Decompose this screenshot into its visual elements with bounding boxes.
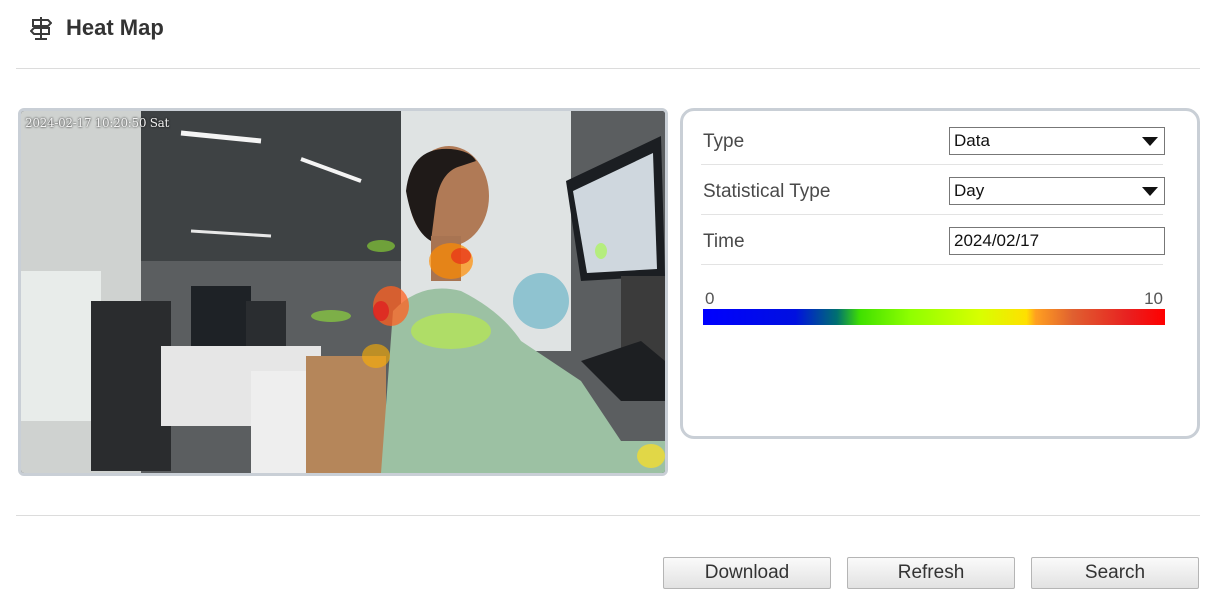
page-title: Heat Map (66, 15, 164, 40)
camera-image (21, 111, 665, 473)
time-row: Time 2024/02/17 (701, 215, 1165, 265)
statistical-type-label: Statistical Type (703, 181, 831, 202)
download-button[interactable]: Download (663, 557, 831, 589)
type-select[interactable]: Data (949, 127, 1165, 155)
refresh-button[interactable]: Refresh (847, 557, 1015, 589)
heat-scale-bar (703, 309, 1165, 325)
settings-panel: Type Data Statistical Type Day Time 2024… (680, 108, 1200, 439)
time-label: Time (703, 231, 745, 252)
type-label: Type (703, 131, 745, 152)
search-button[interactable]: Search (1031, 557, 1199, 589)
video-timestamp: 2024-02-17 10:20:50 Sat (25, 116, 170, 130)
footer-divider (16, 515, 1200, 516)
statistical-type-row: Statistical Type Day (701, 165, 1165, 215)
page-header: Heat Map (30, 8, 164, 48)
time-input[interactable]: 2024/02/17 (949, 227, 1165, 255)
scale-max-label: 10 (1144, 289, 1163, 308)
dropdown-arrow-icon (1142, 137, 1158, 146)
dropdown-arrow-icon (1142, 187, 1158, 196)
signpost-icon (30, 17, 52, 40)
type-row: Type Data (701, 115, 1165, 165)
time-input-value: 2024/02/17 (954, 231, 1040, 250)
video-preview: 2024-02-17 10:20:50 Sat (18, 108, 668, 476)
header-divider (16, 68, 1200, 69)
statistical-type-select[interactable]: Day (949, 177, 1165, 205)
scale-min-label: 0 (705, 289, 715, 308)
statistical-type-value: Day (954, 181, 985, 200)
type-select-value: Data (954, 131, 990, 150)
